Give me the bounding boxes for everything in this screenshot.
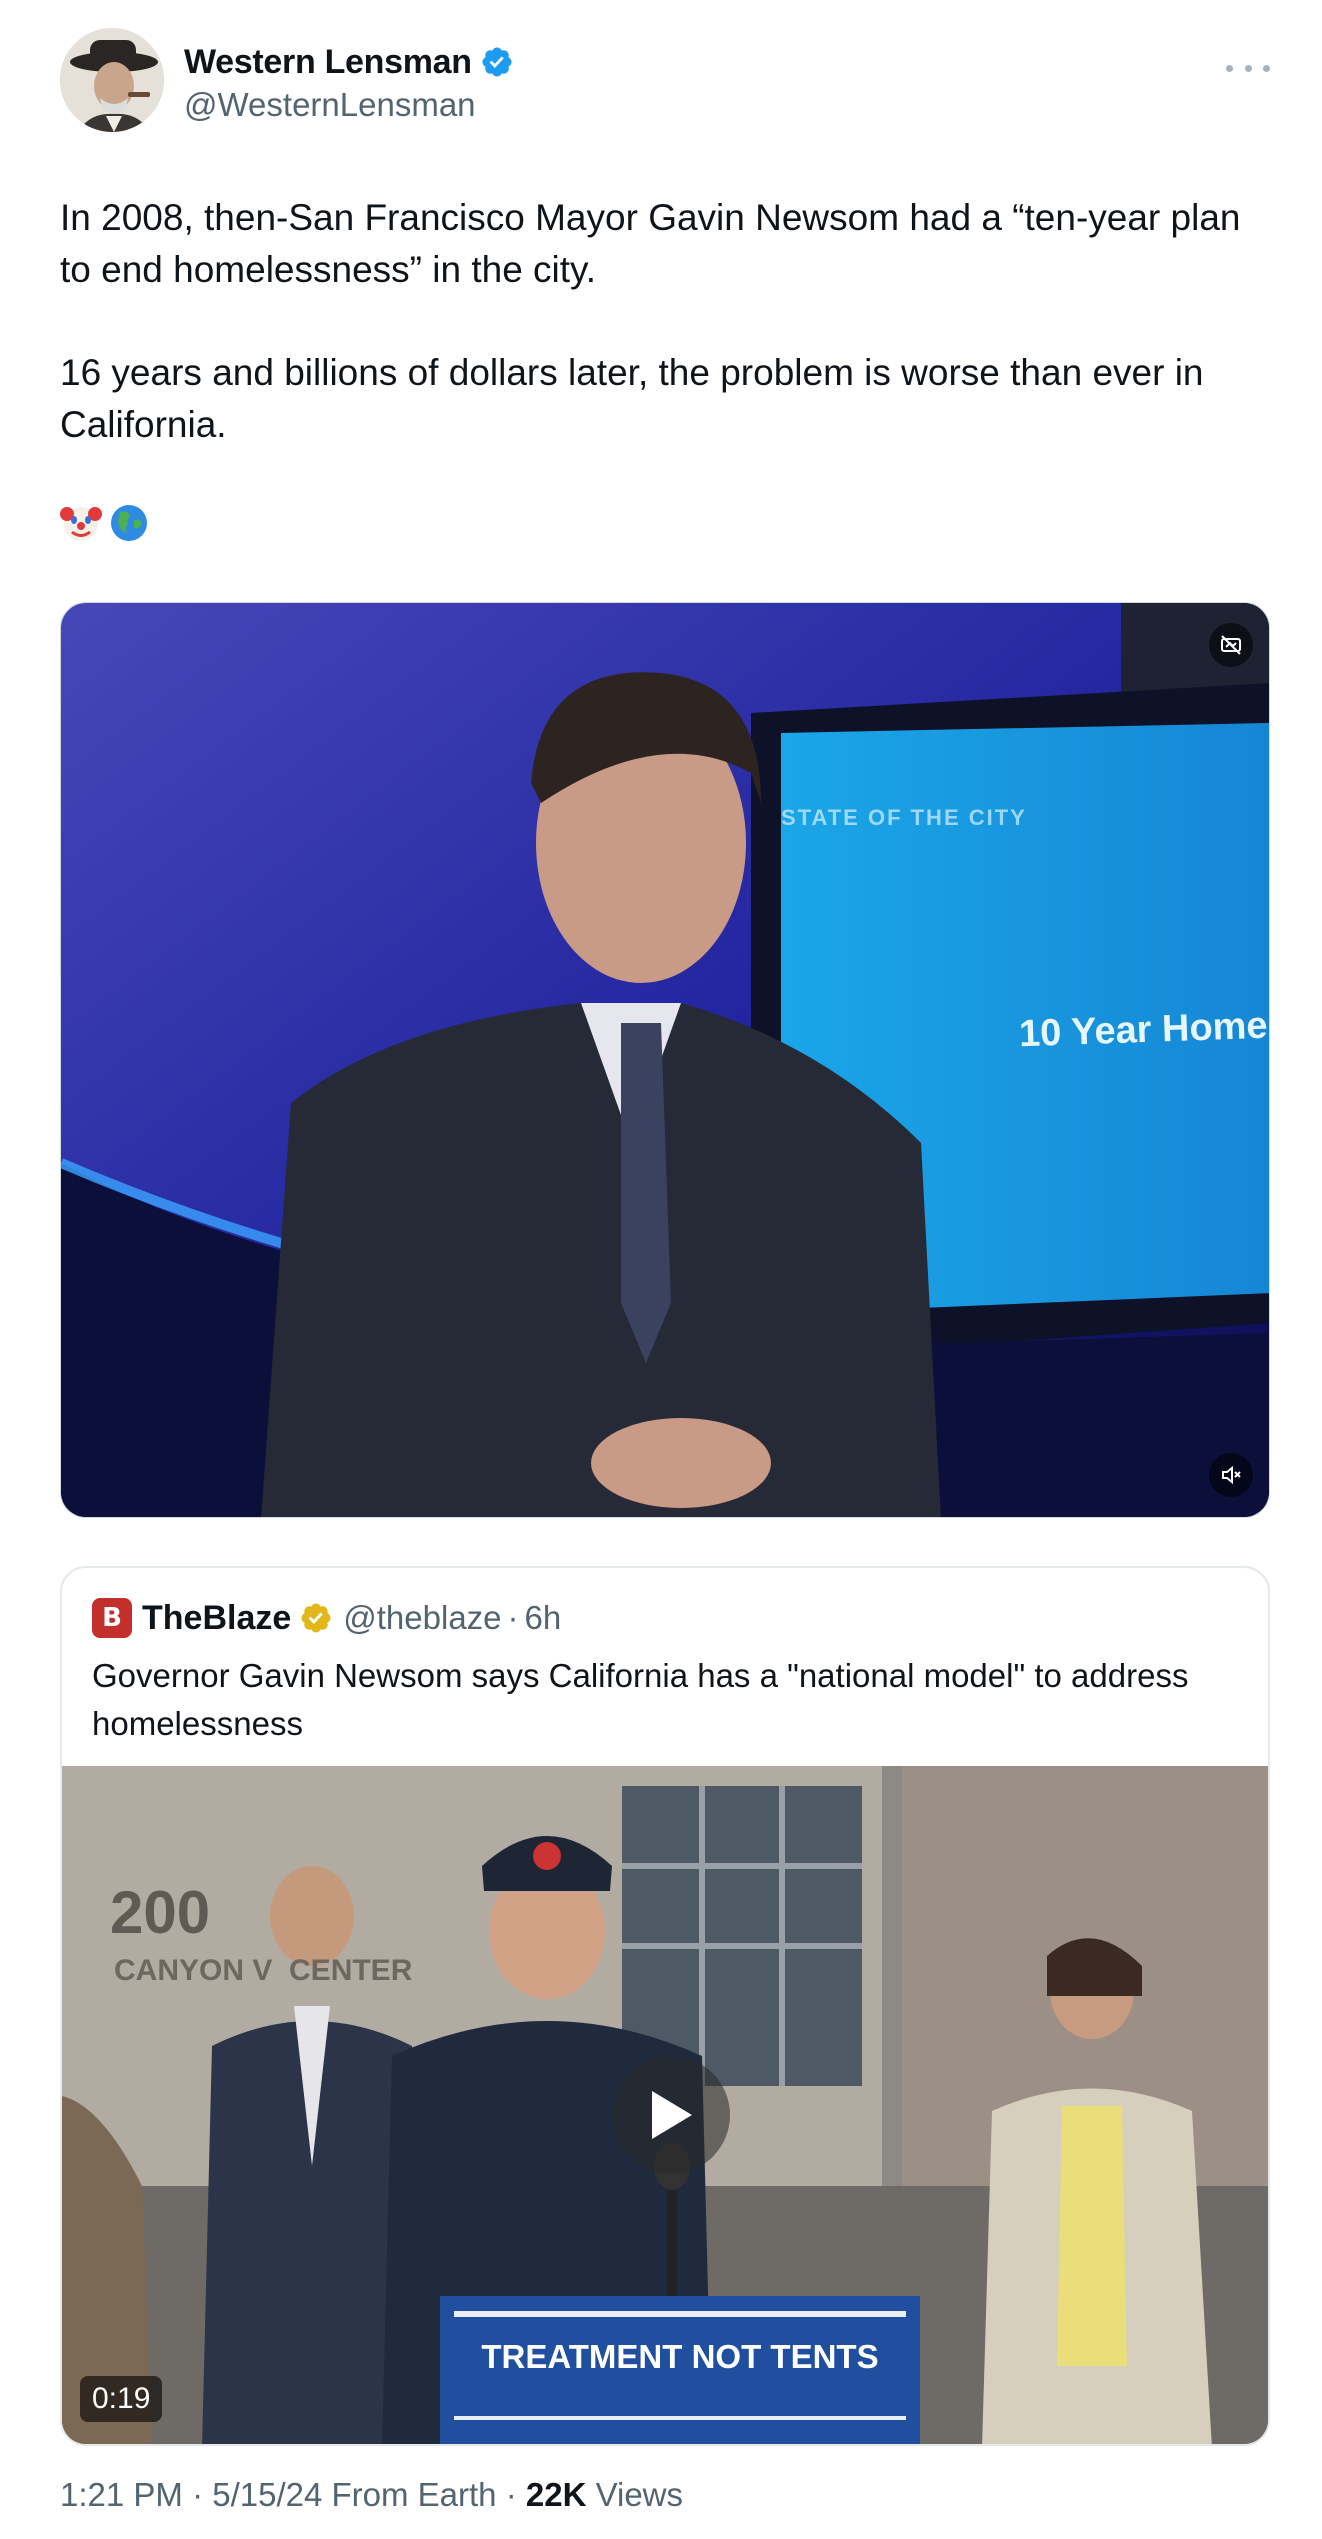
more-options-icon[interactable] [1226, 58, 1270, 78]
quoted-timestamp[interactable]: 6h [525, 1599, 562, 1637]
tweet-paragraph: In 2008, then-San Francisco Mayor Gavin … [60, 197, 1241, 290]
content-warning-icon[interactable] [1209, 623, 1253, 667]
quoted-tweet-header: B TheBlaze @theblaze · 6h [92, 1596, 561, 1640]
tweet-body: In 2008, then-San Francisco Mayor Gavin … [60, 192, 1270, 451]
video-duration: 0:19 [80, 2376, 163, 2422]
quoted-tweet-text: Governor Gavin Newsom says California ha… [92, 1657, 1189, 1742]
theblaze-logo-icon[interactable]: B [92, 1598, 132, 1638]
clown-face-icon [60, 507, 102, 541]
tweet-emojis [60, 502, 150, 544]
podium-sign-text: TREATMENT NOT TENTS [481, 2338, 879, 2375]
screen-caption-top: STATE OF THE CITY [781, 805, 1027, 830]
tweet-paragraph: 16 years and billions of dollars later, … [60, 352, 1204, 445]
building-sign: CANYON V CENTER [114, 1954, 413, 1987]
play-icon[interactable] [612, 2056, 730, 2174]
quoted-display-name[interactable]: TheBlaze [142, 1599, 291, 1638]
tweet-meta: 1:21 PM · 5/15/24 From Earth · 22K Views [60, 2476, 683, 2514]
screen-caption-main: 10 Year Home [1018, 1004, 1269, 1056]
author-name-row: Western Lensman [184, 42, 514, 82]
building-number: 200 [110, 1879, 211, 1946]
author-display-name[interactable]: Western Lensman [184, 43, 472, 82]
author-avatar[interactable] [60, 28, 164, 132]
separator-dot: · [507, 1599, 519, 1636]
video-player[interactable]: STATE OF THE CITY 10 Year Home [60, 602, 1270, 1518]
quoted-handle[interactable]: @theblaze [343, 1599, 501, 1637]
gold-verified-badge-icon [301, 1603, 331, 1633]
quoted-tweet-card[interactable]: B TheBlaze @theblaze · 6h Governor Gavin… [60, 1566, 1270, 2446]
tweet-header: Western Lensman @WesternLensman [60, 28, 1270, 138]
timestamp-and-source[interactable]: 1:21 PM · 5/15/24 From Earth · [60, 2476, 526, 2513]
video-frame [61, 603, 1269, 1517]
views-label: Views [586, 2476, 684, 2513]
globe-americas-icon [111, 505, 147, 541]
views-count: 22K [525, 2476, 587, 2513]
mute-icon[interactable] [1209, 1453, 1253, 1497]
quoted-video-player[interactable]: 200 CANYON V CENTER TREATMENT NOT TENTS … [62, 1766, 1268, 2444]
author-handle[interactable]: @WesternLensman [184, 86, 476, 124]
verified-badge-icon [482, 47, 512, 77]
